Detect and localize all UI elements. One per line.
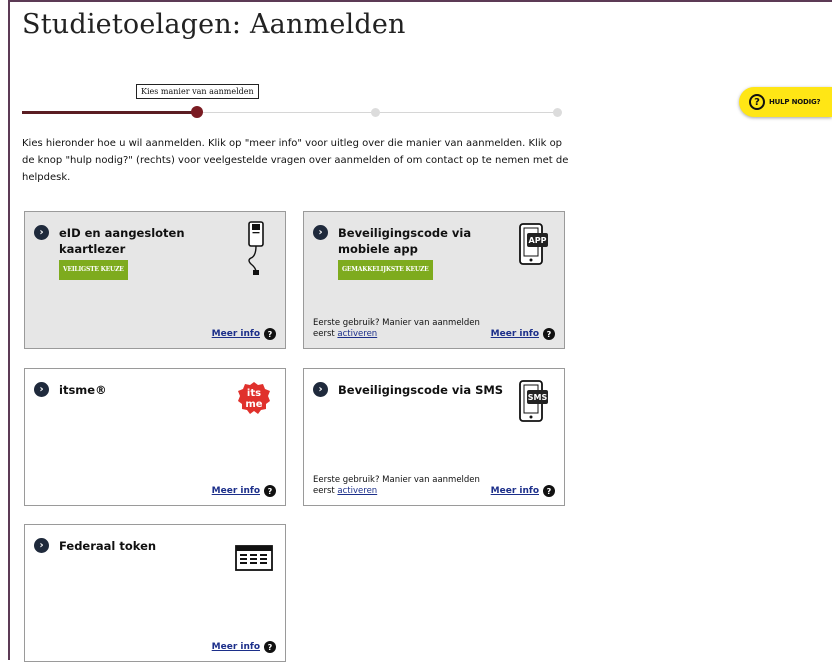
question-circle-icon: ? [749, 94, 765, 110]
login-option-federal-token[interactable]: › Federaal token Meer info ? [24, 524, 286, 662]
phone-app-icon: APP [518, 222, 550, 272]
help-button[interactable]: ? HULP NODIG? [739, 87, 832, 117]
question-icon[interactable]: ? [543, 485, 555, 497]
svg-text:me: me [245, 399, 262, 410]
stepper-track-completed [22, 111, 197, 114]
chevron-right-icon[interactable]: › [34, 225, 49, 240]
login-option-title: Beveiligingscode via SMS [338, 383, 504, 397]
meer-info-link[interactable]: Meer info [212, 486, 260, 496]
token-grid-icon [235, 545, 273, 575]
login-option-title: Federaal token [59, 539, 157, 553]
login-option-itsme[interactable]: › itsme® its me Meer info ? [24, 368, 286, 506]
meer-info[interactable]: Meer info ? [212, 485, 276, 497]
itsme-logo-icon: its me [237, 381, 271, 419]
help-button-label: HULP NODIG? [769, 98, 821, 106]
login-option-sms[interactable]: › Beveiligingscode via SMS SMS Eerste ge… [303, 368, 565, 506]
question-icon[interactable]: ? [264, 328, 276, 340]
safest-choice-badge: VEILIGSTE KEUZE [59, 260, 128, 280]
login-option-title: Beveiligingscode via mobiele app GEMAKKE… [338, 225, 508, 280]
intro-text: Kies hieronder hoe u wil aanmelden. Klik… [22, 138, 569, 183]
current-step-label: Kies manier van aanmelden [136, 84, 259, 99]
page-title: Studietoelagen: Aanmelden [22, 9, 406, 40]
chevron-right-icon[interactable]: › [34, 538, 49, 553]
chevron-right-icon[interactable]: › [313, 382, 328, 397]
meer-info[interactable]: Meer info ? [212, 641, 276, 653]
login-option-title: eID en aangesloten kaartlezer VEILIGSTE … [59, 225, 229, 280]
svg-text:SMS: SMS [528, 393, 548, 402]
stepper-dot-last [553, 108, 562, 117]
stepper-dot-current [191, 106, 203, 118]
first-use-note: Eerste gebruik? Manier van aanmelden eer… [313, 318, 503, 340]
activate-link[interactable]: activeren [337, 486, 377, 496]
login-option-title: itsme® [59, 383, 107, 397]
login-option-mobile-app[interactable]: › Beveiligingscode via mobiele app GEMAK… [303, 211, 565, 349]
meer-info-link[interactable]: Meer info [491, 329, 539, 339]
svg-text:APP: APP [529, 236, 547, 245]
login-option-eid[interactable]: › eID en aangesloten kaartlezer VEILIGST… [24, 211, 286, 349]
meer-info[interactable]: Meer info ? [491, 485, 555, 497]
meer-info[interactable]: Meer info ? [212, 328, 276, 340]
chevron-right-icon[interactable]: › [34, 382, 49, 397]
stepper-dot-next [371, 108, 380, 117]
first-use-note: Eerste gebruik? Manier van aanmelden eer… [313, 475, 503, 497]
activate-link[interactable]: activeren [337, 329, 377, 339]
phone-sms-icon: SMS [518, 379, 550, 429]
meer-info-link[interactable]: Meer info [212, 642, 260, 652]
meer-info-link[interactable]: Meer info [491, 486, 539, 496]
meer-info[interactable]: Meer info ? [491, 328, 555, 340]
easiest-choice-badge: GEMAKKELIJKSTE KEUZE [338, 260, 433, 280]
question-icon[interactable]: ? [264, 641, 276, 653]
login-option-title-text: eID en aangesloten kaartlezer [59, 226, 185, 256]
login-option-title-text: Beveiligingscode via mobiele app [338, 226, 472, 256]
chevron-right-icon[interactable]: › [313, 225, 328, 240]
meer-info-link[interactable]: Meer info [212, 329, 260, 339]
question-icon[interactable]: ? [543, 328, 555, 340]
card-reader-icon [245, 220, 271, 280]
question-icon[interactable]: ? [264, 485, 276, 497]
svg-text:its: its [247, 388, 261, 399]
